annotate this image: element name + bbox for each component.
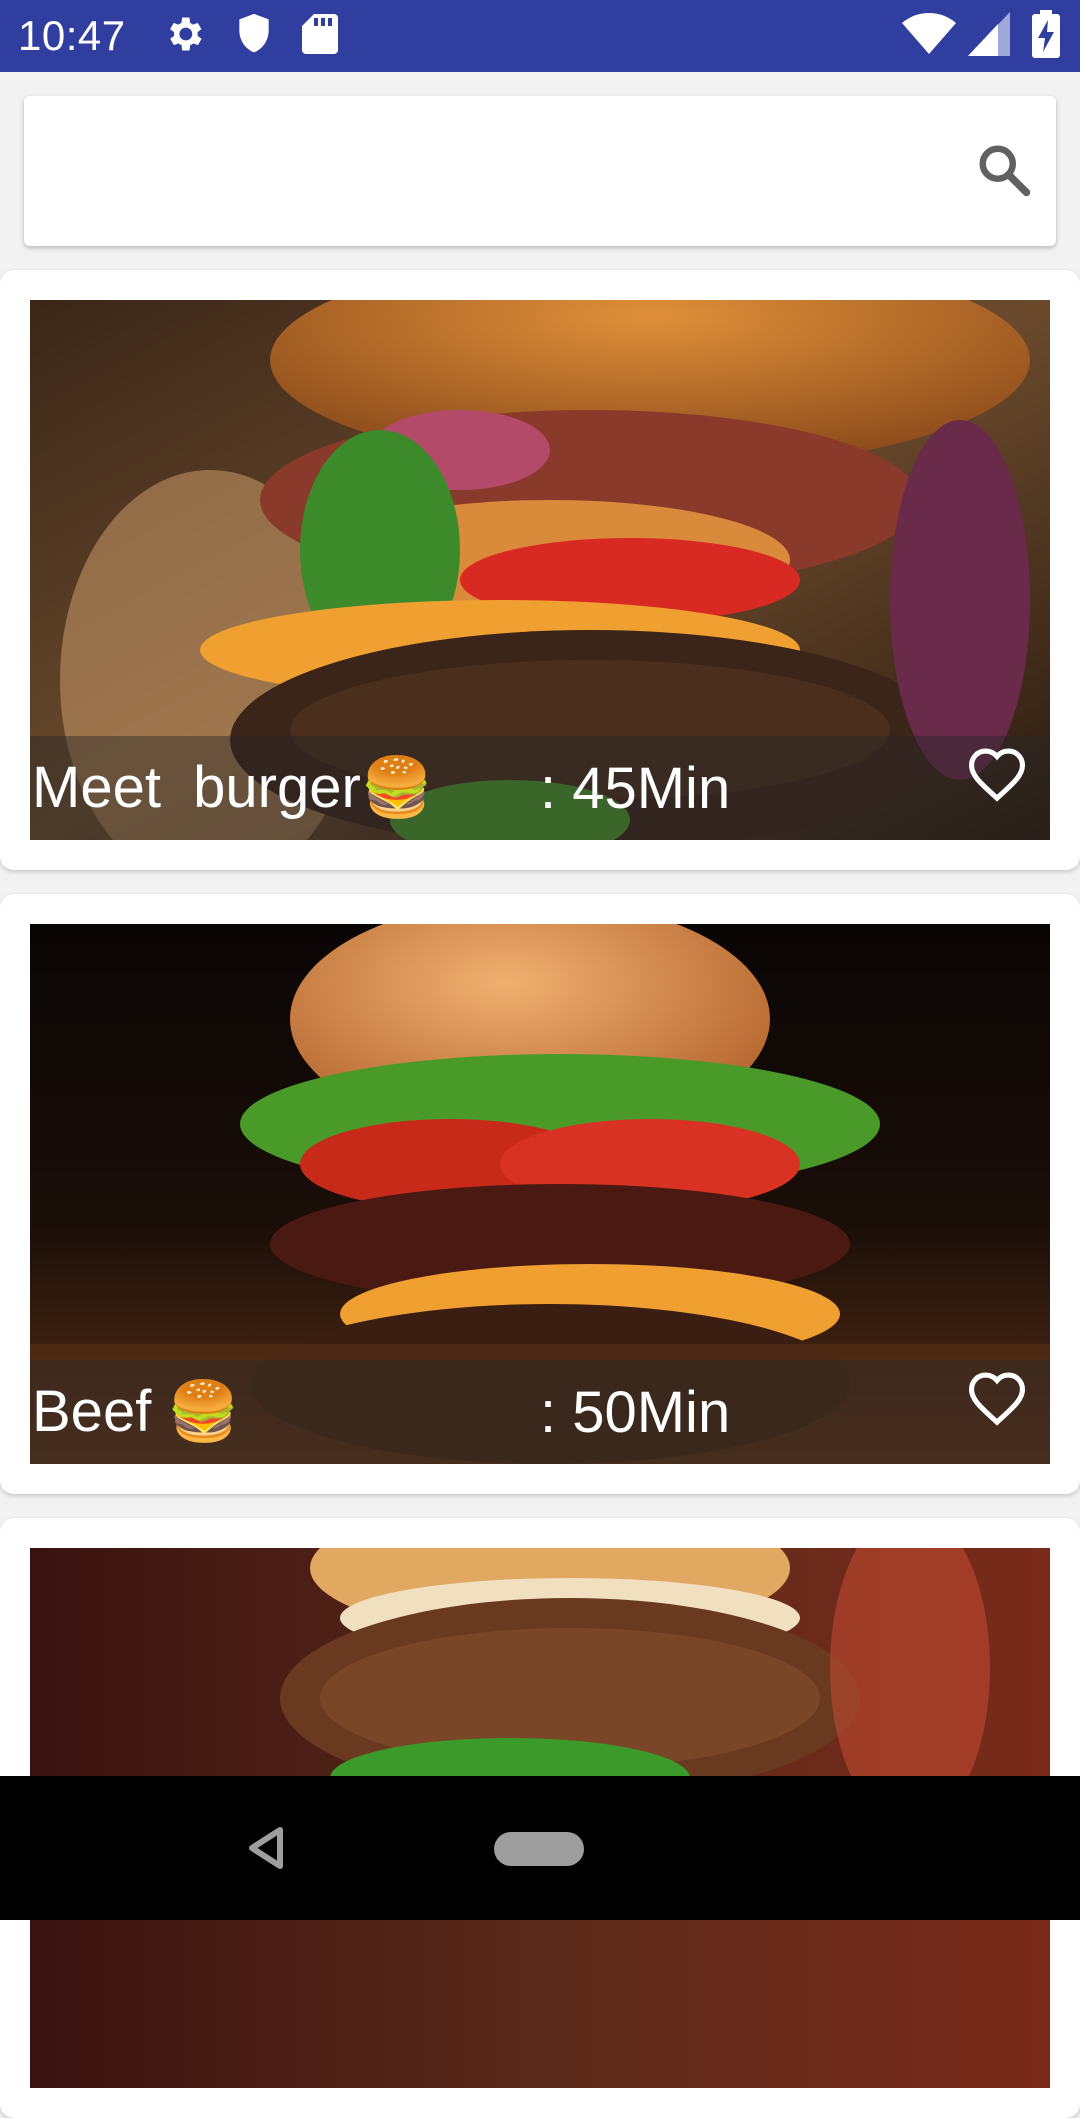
cell-signal-icon <box>968 12 1010 60</box>
recipe-name: Beef 🍔 <box>32 1379 240 1444</box>
battery-charging-icon <box>1032 10 1060 62</box>
recipe-card[interactable]: Meet burger🍔 : 45Min <box>0 270 1080 870</box>
status-time: 10:47 <box>18 12 126 59</box>
sd-card-icon <box>301 12 338 60</box>
search-bar <box>24 96 1056 246</box>
recipe-photo: Meet burger🍔 : 45Min <box>30 300 1050 840</box>
back-icon[interactable] <box>246 1826 286 1874</box>
navigation-bar <box>0 1776 1080 1920</box>
gear-icon <box>162 12 206 60</box>
recipe-time: : 50Min <box>540 1380 731 1445</box>
caption-overlay: Meet burger🍔 : 45Min <box>30 736 1050 840</box>
wifi-icon <box>902 12 956 60</box>
shield-icon <box>234 12 274 60</box>
recipe-time: : 45Min <box>540 756 731 821</box>
caption-overlay: Beef 🍔 : 50Min <box>30 1360 1050 1464</box>
status-bar: 10:47 <box>0 0 1080 72</box>
recipe-name: Meet burger🍔 <box>32 755 434 820</box>
recipe-card[interactable]: Beef 🍔 : 50Min <box>0 894 1080 1494</box>
heart-outline-icon[interactable] <box>966 1370 1028 1426</box>
home-pill-icon[interactable] <box>494 1832 584 1866</box>
heart-outline-icon[interactable] <box>966 746 1028 802</box>
search-input[interactable] <box>48 96 928 246</box>
recipe-photo: Beef 🍔 : 50Min <box>30 924 1050 1464</box>
search-icon[interactable] <box>974 140 1034 204</box>
